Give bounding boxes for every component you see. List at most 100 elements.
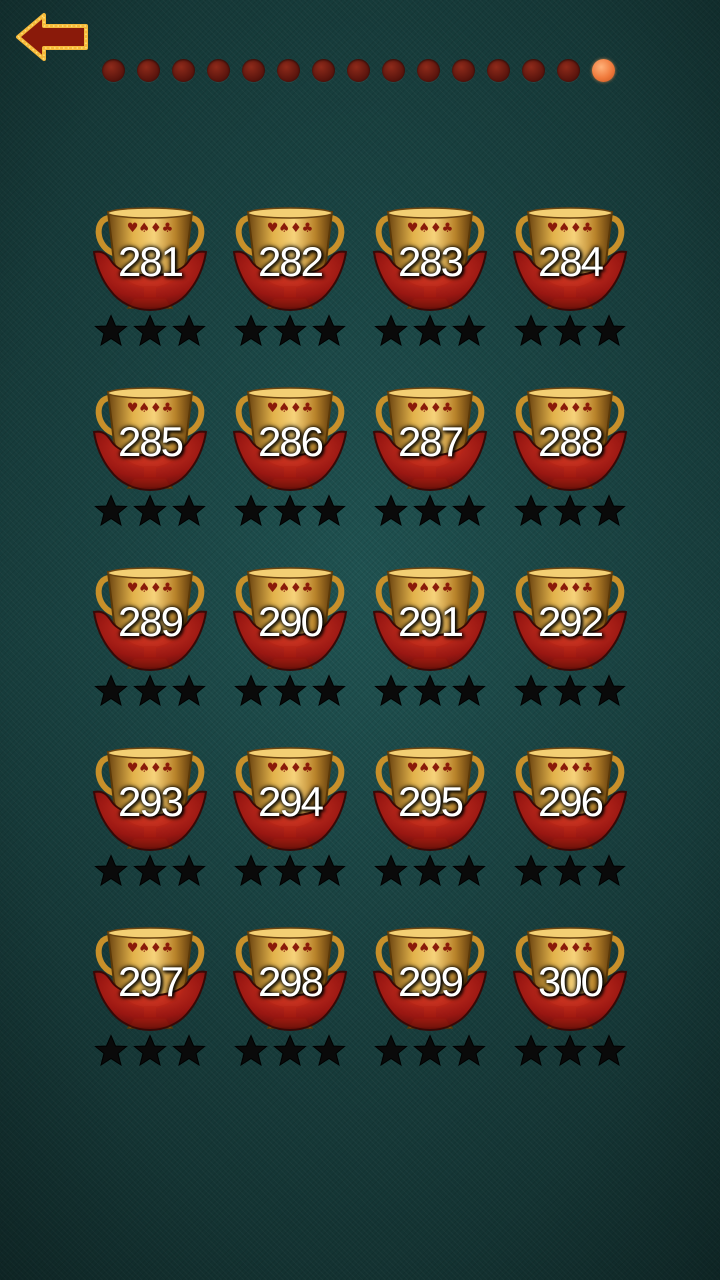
svg-text:♥♠♦♣: ♥♠♦♣ [547, 221, 594, 236]
level-button-292[interactable]: ♥♠♦♣ 292 [500, 560, 640, 740]
trophy-icon: ♥♠♦♣ [510, 744, 630, 856]
level-button-291[interactable]: ♥♠♦♣ 291 [360, 560, 500, 740]
trophy-icon: ♥♠♦♣ [90, 564, 210, 676]
star-empty-icon [452, 854, 486, 888]
level-stars [234, 854, 346, 888]
level-button-296[interactable]: ♥♠♦♣ 296 [500, 740, 640, 920]
svg-text:♥♠♦♣: ♥♠♦♣ [547, 941, 594, 956]
star-empty-icon [133, 1034, 167, 1068]
star-empty-icon [413, 494, 447, 528]
level-button-281[interactable]: ♥♠♦♣ 281 [80, 200, 220, 380]
page-dot-3[interactable] [172, 59, 195, 82]
star-empty-icon [413, 674, 447, 708]
trophy-icon: ♥♠♦♣ [230, 384, 350, 496]
trophy-icon: ♥♠♦♣ [370, 564, 490, 676]
trophy-icon: ♥♠♦♣ [510, 384, 630, 496]
level-stars [234, 314, 346, 348]
level-button-282[interactable]: ♥♠♦♣ 282 [220, 200, 360, 380]
star-empty-icon [413, 1034, 447, 1068]
trophy-icon: ♥♠♦♣ [230, 564, 350, 676]
star-empty-icon [312, 1034, 346, 1068]
page-dot-11[interactable] [452, 59, 475, 82]
level-button-289[interactable]: ♥♠♦♣ 289 [80, 560, 220, 740]
page-dot-1[interactable] [102, 59, 125, 82]
star-empty-icon [312, 314, 346, 348]
level-button-300[interactable]: ♥♠♦♣ 300 [500, 920, 640, 1100]
star-empty-icon [592, 1034, 626, 1068]
star-empty-icon [94, 494, 128, 528]
level-stars [234, 674, 346, 708]
star-empty-icon [452, 314, 486, 348]
star-empty-icon [94, 314, 128, 348]
level-stars [94, 314, 206, 348]
level-button-284[interactable]: ♥♠♦♣ 284 [500, 200, 640, 380]
star-empty-icon [172, 854, 206, 888]
level-button-290[interactable]: ♥♠♦♣ 290 [220, 560, 360, 740]
svg-text:♥♠♦♣: ♥♠♦♣ [127, 221, 174, 236]
page-dot-13[interactable] [522, 59, 545, 82]
page-dot-5[interactable] [242, 59, 265, 82]
svg-text:♥♠♦♣: ♥♠♦♣ [267, 761, 314, 776]
level-button-299[interactable]: ♥♠♦♣ 299 [360, 920, 500, 1100]
level-button-283[interactable]: ♥♠♦♣ 283 [360, 200, 500, 380]
trophy-icon: ♥♠♦♣ [510, 204, 630, 316]
level-button-287[interactable]: ♥♠♦♣ 287 [360, 380, 500, 560]
star-empty-icon [592, 314, 626, 348]
star-empty-icon [133, 494, 167, 528]
page-dot-7[interactable] [312, 59, 335, 82]
page-dot-10[interactable] [417, 59, 440, 82]
level-stars [94, 1034, 206, 1068]
svg-text:♥♠♦♣: ♥♠♦♣ [407, 941, 454, 956]
svg-text:♥♠♦♣: ♥♠♦♣ [127, 941, 174, 956]
back-button[interactable] [14, 10, 92, 64]
svg-text:♥♠♦♣: ♥♠♦♣ [407, 581, 454, 596]
level-button-293[interactable]: ♥♠♦♣ 293 [80, 740, 220, 920]
star-empty-icon [592, 674, 626, 708]
star-empty-icon [374, 854, 408, 888]
level-button-294[interactable]: ♥♠♦♣ 294 [220, 740, 360, 920]
star-empty-icon [553, 314, 587, 348]
level-stars [374, 854, 486, 888]
trophy-icon: ♥♠♦♣ [90, 384, 210, 496]
star-empty-icon [312, 494, 346, 528]
star-empty-icon [374, 494, 408, 528]
trophy-icon: ♥♠♦♣ [370, 384, 490, 496]
star-empty-icon [374, 314, 408, 348]
star-empty-icon [133, 314, 167, 348]
level-grid: ♥♠♦♣ 281 ♥♠♦♣ 282 ♥♠♦♣ 283 ♥♠♦♣ 284 ♥♠♦♣… [80, 200, 640, 1100]
page-dot-6[interactable] [277, 59, 300, 82]
svg-text:♥♠♦♣: ♥♠♦♣ [127, 761, 174, 776]
star-empty-icon [312, 674, 346, 708]
level-stars [514, 674, 626, 708]
svg-text:♥♠♦♣: ♥♠♦♣ [547, 401, 594, 416]
page-dot-2[interactable] [137, 59, 160, 82]
svg-text:♥♠♦♣: ♥♠♦♣ [267, 581, 314, 596]
level-stars [514, 1034, 626, 1068]
svg-text:♥♠♦♣: ♥♠♦♣ [547, 761, 594, 776]
star-empty-icon [234, 674, 268, 708]
page-dot-8[interactable] [347, 59, 370, 82]
level-stars [514, 854, 626, 888]
level-button-295[interactable]: ♥♠♦♣ 295 [360, 740, 500, 920]
star-empty-icon [234, 854, 268, 888]
level-button-286[interactable]: ♥♠♦♣ 286 [220, 380, 360, 560]
trophy-icon: ♥♠♦♣ [370, 204, 490, 316]
svg-text:♥♠♦♣: ♥♠♦♣ [267, 941, 314, 956]
star-empty-icon [592, 494, 626, 528]
level-button-297[interactable]: ♥♠♦♣ 297 [80, 920, 220, 1100]
page-dot-14[interactable] [557, 59, 580, 82]
star-empty-icon [592, 854, 626, 888]
page-dot-12[interactable] [487, 59, 510, 82]
star-empty-icon [413, 314, 447, 348]
page-dot-4[interactable] [207, 59, 230, 82]
page-dot-9[interactable] [382, 59, 405, 82]
svg-text:♥♠♦♣: ♥♠♦♣ [127, 401, 174, 416]
level-button-288[interactable]: ♥♠♦♣ 288 [500, 380, 640, 560]
star-empty-icon [172, 1034, 206, 1068]
level-button-298[interactable]: ♥♠♦♣ 298 [220, 920, 360, 1100]
page-dot-15[interactable] [592, 59, 615, 82]
star-empty-icon [133, 854, 167, 888]
star-empty-icon [273, 674, 307, 708]
svg-text:♥♠♦♣: ♥♠♦♣ [547, 581, 594, 596]
level-button-285[interactable]: ♥♠♦♣ 285 [80, 380, 220, 560]
